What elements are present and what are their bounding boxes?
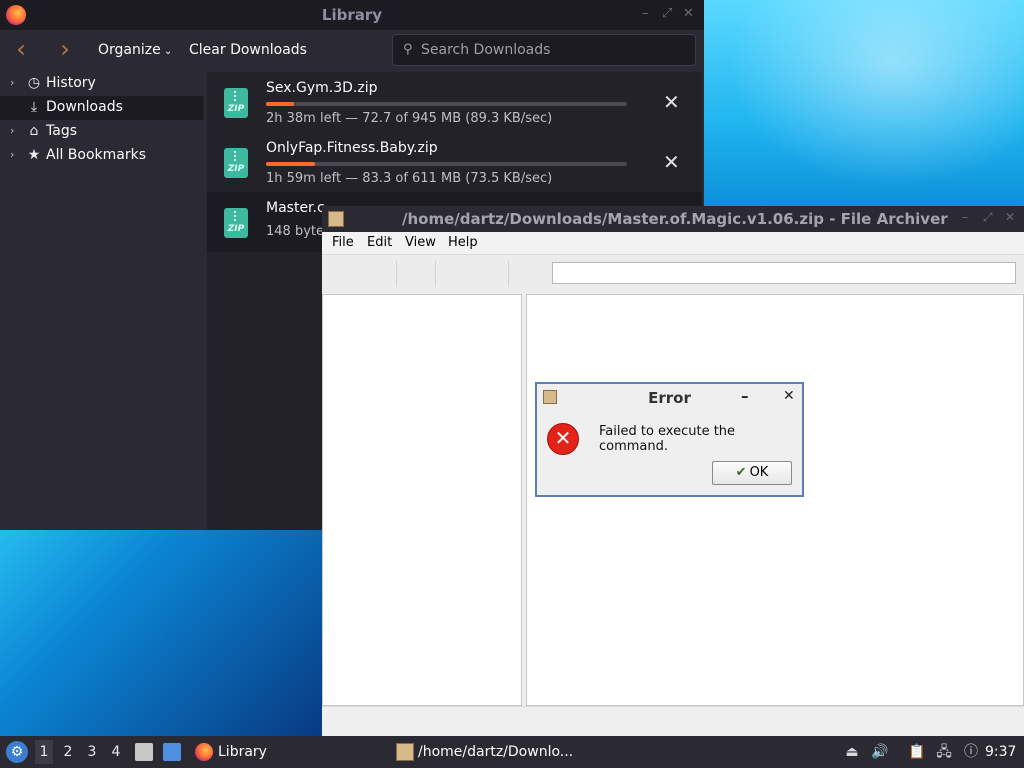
close-icon[interactable]: ✕ xyxy=(1005,210,1015,224)
download-icon: ⤓ xyxy=(30,99,38,115)
download-item[interactable]: ZIP OnlyFap.Fitness.Baby.zip 1h 59m left… xyxy=(207,132,702,192)
clear-downloads-button[interactable]: Clear Downloads xyxy=(189,42,307,58)
task-library[interactable]: Library xyxy=(218,744,267,760)
chevron-right-icon[interactable]: › xyxy=(10,124,14,137)
close-icon[interactable]: ✕ xyxy=(783,388,795,404)
error-dialog: Error – ✕ ✕ Failed to execute the comman… xyxy=(535,382,804,497)
chevron-down-icon: ⌄ xyxy=(160,46,173,57)
file-list-pane[interactable] xyxy=(526,294,1024,706)
download-filename: OnlyFap.Fitness.Baby.zip xyxy=(266,140,438,156)
ok-button[interactable]: ✔ OK xyxy=(712,461,792,485)
zip-file-icon: ZIP xyxy=(224,148,248,178)
archiver-statusbar xyxy=(322,706,1024,737)
clock[interactable]: 9:37 xyxy=(985,744,1016,760)
download-status: 2h 38m left — 72.7 of 945 MB (89.3 KB/se… xyxy=(266,111,553,126)
tag-icon: ⌂ xyxy=(29,123,39,139)
minimize-icon[interactable]: – xyxy=(962,210,968,224)
chevron-right-icon[interactable]: › xyxy=(10,148,14,161)
error-message: Failed to execute the command. xyxy=(599,424,736,454)
forward-icon[interactable]: › xyxy=(52,36,78,64)
toolbar-separator xyxy=(396,261,397,287)
workspace-2[interactable]: 2 xyxy=(59,744,77,760)
search-placeholder: Search Downloads xyxy=(421,42,551,58)
library-toolbar: ‹ › Organize ⌄ Clear Downloads ⚲ Search … xyxy=(0,30,704,70)
zip-file-icon: ZIP xyxy=(224,88,248,118)
toolbar-separator xyxy=(435,261,436,287)
menu-edit[interactable]: Edit xyxy=(367,235,392,250)
search-input[interactable]: ⚲ Search Downloads xyxy=(392,34,696,66)
zip-file-icon: ZIP xyxy=(224,208,248,238)
download-filename: Master.c xyxy=(266,200,325,216)
clock-icon: ◷ xyxy=(27,75,41,91)
star-icon: ★ xyxy=(27,147,41,163)
firefox-icon xyxy=(195,743,213,761)
maximize-icon[interactable]: ⤢ xyxy=(662,6,672,21)
eject-icon[interactable]: ⏏ xyxy=(843,743,861,761)
download-progress-bar xyxy=(266,102,627,106)
clipboard-icon[interactable]: 📋 xyxy=(908,743,926,761)
sidebar-item-tags[interactable]: › ⌂ Tags xyxy=(0,120,203,144)
taskbar: ⚙ 1 2 3 4 Library /home/dartz/Downlo... … xyxy=(0,736,1024,768)
download-item[interactable]: ZIP Sex.Gym.3D.zip 2h 38m left — 72.7 of… xyxy=(207,72,702,132)
error-dialog-titlebar[interactable]: Error – ✕ xyxy=(537,384,802,411)
show-desktop-icon[interactable] xyxy=(163,743,181,761)
close-icon[interactable]: ✕ xyxy=(683,6,694,21)
library-titlebar[interactable]: Library – ⤢ ✕ xyxy=(0,0,704,30)
minimize-icon[interactable]: – xyxy=(642,6,649,21)
menu-file[interactable]: File xyxy=(332,235,354,250)
archiver-toolbar xyxy=(322,255,1024,293)
network-icon[interactable]: 🖧 xyxy=(935,743,953,761)
cancel-download-icon[interactable]: ✕ xyxy=(663,150,680,174)
sidebar-item-all-bookmarks[interactable]: › ★ All Bookmarks xyxy=(0,144,203,168)
archiver-title: /home/dartz/Downloads/Master.of.Magic.v1… xyxy=(402,210,948,228)
workspace-4[interactable]: 4 xyxy=(107,744,125,760)
back-icon[interactable]: ‹ xyxy=(8,36,34,64)
archive-icon xyxy=(396,743,414,761)
menu-help[interactable]: Help xyxy=(448,235,478,250)
chevron-right-icon[interactable]: › xyxy=(10,76,14,89)
start-menu-icon[interactable]: ⚙ xyxy=(6,741,28,763)
download-status: 1h 59m left — 83.3 of 611 MB (73.5 KB/se… xyxy=(266,171,553,186)
notification-icon[interactable]: ⓘ xyxy=(962,743,980,761)
folder-tree-pane[interactable] xyxy=(322,294,522,706)
library-sidebar: › ◷ History ⤓ Downloads › ⌂ Tags › ★ All… xyxy=(0,70,203,530)
archive-icon xyxy=(328,211,344,227)
cancel-download-icon[interactable]: ✕ xyxy=(663,90,680,114)
maximize-icon[interactable]: ⤢ xyxy=(983,210,993,225)
workspace-3[interactable]: 3 xyxy=(83,744,101,760)
error-dialog-title: Error xyxy=(648,389,691,407)
download-status: 148 byte xyxy=(266,224,324,239)
search-icon: ⚲ xyxy=(403,42,413,57)
task-file-archiver[interactable]: /home/dartz/Downlo... xyxy=(418,744,573,760)
toolbar-separator xyxy=(508,261,509,287)
menu-view[interactable]: View xyxy=(405,235,436,250)
minimize-icon[interactable]: – xyxy=(741,387,749,405)
archiver-titlebar[interactable]: /home/dartz/Downloads/Master.of.Magic.v1… xyxy=(322,206,1024,232)
sidebar-item-downloads[interactable]: ⤓ Downloads xyxy=(0,96,203,120)
file-manager-icon[interactable] xyxy=(135,743,153,761)
organize-button[interactable]: Organize ⌄ xyxy=(98,42,172,58)
download-progress-bar xyxy=(266,162,627,166)
archiver-menubar: File Edit View Help xyxy=(322,232,1024,255)
checkmark-icon: ✔ xyxy=(735,465,747,480)
error-icon: ✕ xyxy=(547,423,579,455)
volume-icon[interactable]: 🔊 xyxy=(871,743,889,761)
library-title: Library xyxy=(321,6,383,24)
sidebar-item-history[interactable]: › ◷ History xyxy=(0,72,203,96)
workspace-1[interactable]: 1 xyxy=(35,740,53,764)
download-filename: Sex.Gym.3D.zip xyxy=(266,80,378,96)
location-input[interactable] xyxy=(552,262,1016,284)
